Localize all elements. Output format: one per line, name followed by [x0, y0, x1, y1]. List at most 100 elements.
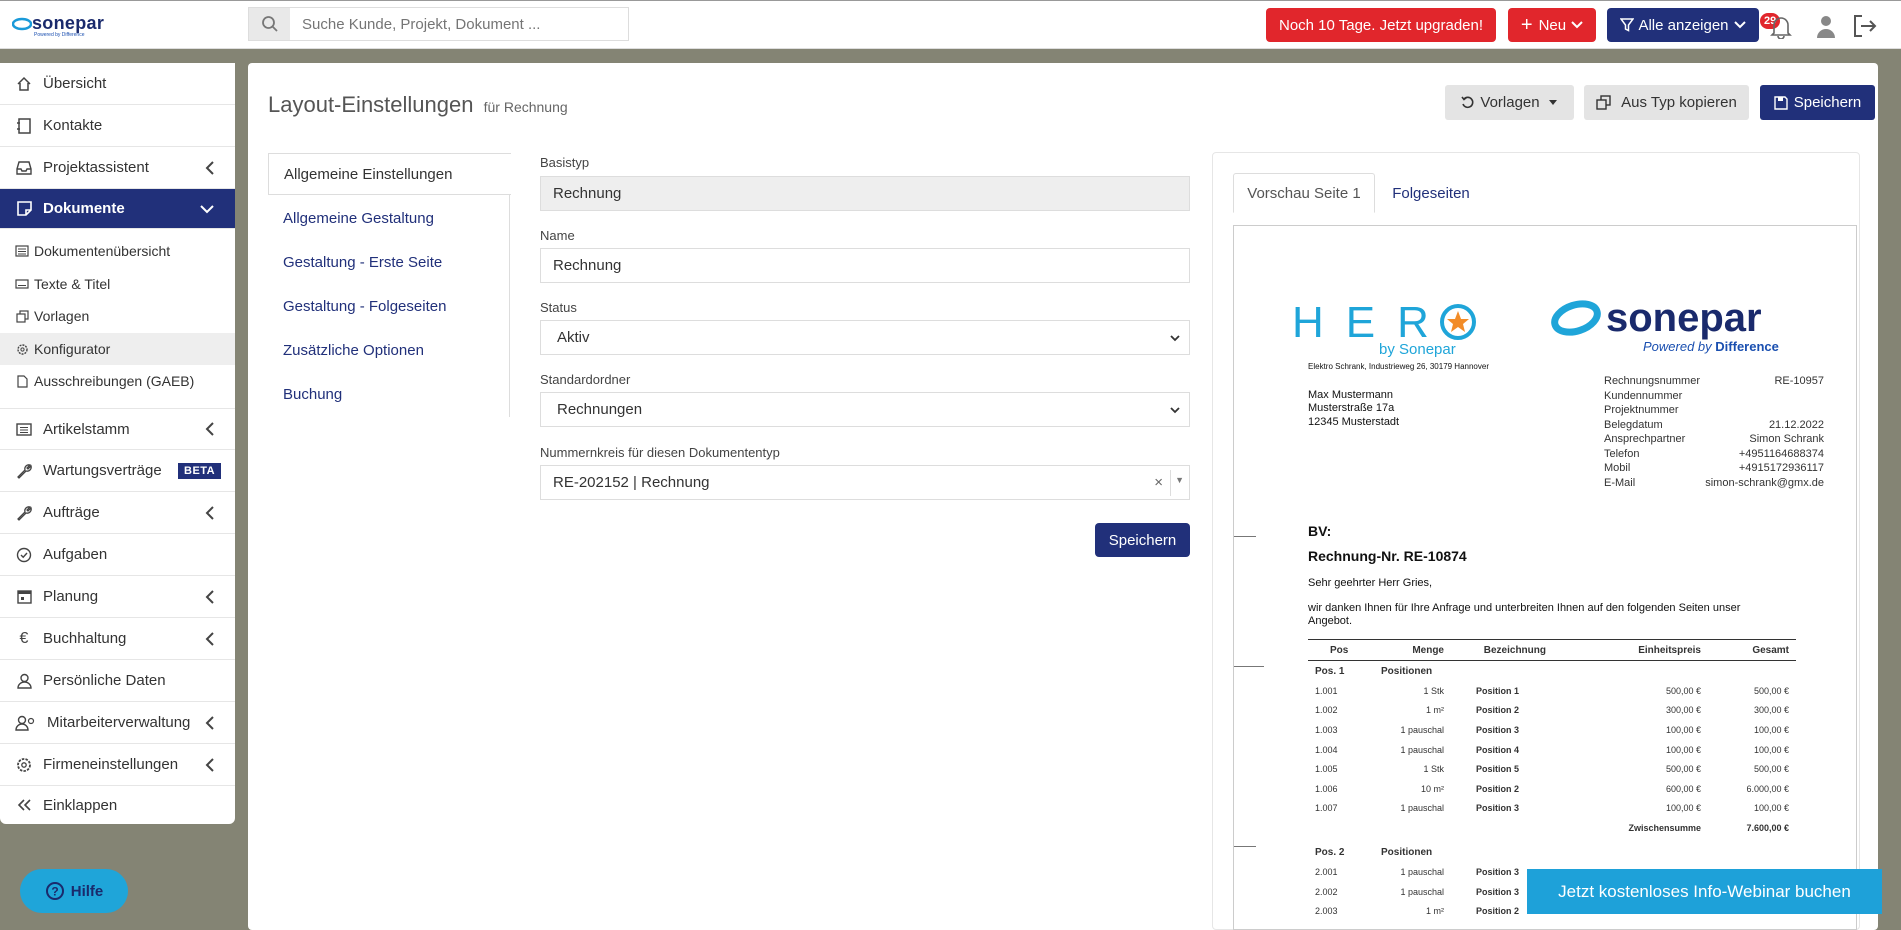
row-unit-price: 600,00 € — [1665, 783, 1701, 794]
upgrade-button[interactable]: Noch 10 Tage. Jetzt upgraden! — [1266, 8, 1496, 42]
sidebar-item-orders[interactable]: Aufträge — [0, 492, 235, 534]
sidebar-item-configurator[interactable]: Konfigurator — [0, 333, 235, 365]
list-icon — [14, 242, 30, 260]
contacts-icon — [15, 117, 33, 135]
tab-preview-page-1[interactable]: Vorschau Seite 1 — [1233, 173, 1375, 213]
tab-following-pages[interactable]: Folgeseiten — [1376, 173, 1486, 213]
search-input[interactable] — [290, 8, 628, 40]
folder-select[interactable]: Rechnungen — [540, 392, 1190, 427]
sidebar-item-label: Mitarbeiterverwaltung — [47, 714, 191, 731]
wrench-icon — [15, 504, 33, 522]
sidebar-item-label: Texte & Titel — [34, 276, 111, 292]
meta-row: Rechnungsnummer RE-10957 — [1604, 374, 1824, 389]
table-row: 1.006 10 m² Position 2 600,00 € 6.000,00 € — [1308, 779, 1796, 799]
meta-value: +4915172936117 — [1738, 462, 1824, 474]
row-description: Position 4 — [1476, 744, 1520, 755]
copy-from-type-button[interactable]: Aus Typ kopieren — [1584, 85, 1749, 120]
tab-booking[interactable]: Buchung — [268, 373, 510, 415]
group-row: Pos. 1 Positionen — [1308, 661, 1796, 681]
col-description: Bezeichnung — [1483, 644, 1546, 656]
row-quantity: 1 pauschal — [1400, 866, 1444, 877]
bell-icon — [1770, 17, 1792, 39]
header-save-button[interactable]: Speichern — [1760, 85, 1875, 120]
logout-button[interactable] — [1852, 14, 1878, 38]
chevron-down-icon — [200, 204, 214, 213]
number-range-value: RE-202152 | Rechnung — [553, 474, 710, 491]
filter-button[interactable]: Alle anzeigen — [1607, 8, 1759, 42]
tab-design-following-pages[interactable]: Gestaltung - Folgeseiten — [268, 285, 510, 327]
sidebar-item-personal-data[interactable]: Persönliche Daten — [0, 660, 235, 702]
name-input[interactable]: Rechnung — [540, 248, 1190, 283]
row-pos: 1.007 — [1315, 803, 1338, 814]
meta-key: Mobil — [1604, 462, 1631, 474]
sidebar-item-label: Einklappen — [43, 796, 118, 814]
app-logo[interactable]: sonepar Powered by Difference — [12, 13, 105, 38]
row-total: 100,00 € — [1753, 724, 1789, 735]
form-save-button[interactable]: Speichern — [1095, 523, 1190, 557]
list-icon — [15, 420, 33, 438]
caret-down-icon — [1548, 99, 1557, 105]
inbox-icon — [15, 159, 33, 177]
avatar[interactable] — [1815, 13, 1837, 39]
row-pos: 2.001 — [1315, 866, 1338, 877]
tab-general-design[interactable]: Allgemeine Gestaltung — [268, 197, 510, 239]
sidebar-item-label: Planung — [43, 588, 99, 605]
table-row: 1.005 1 Stk Position 5 500,00 € 500,00 € — [1308, 759, 1796, 779]
clear-icon[interactable]: × — [1154, 474, 1163, 491]
webinar-banner-button[interactable]: Jetzt kostenloses Info-Webinar buchen — [1527, 869, 1882, 914]
chevron-left-icon — [205, 422, 214, 436]
save-icon — [1774, 95, 1788, 110]
new-button[interactable]: + Neu — [1508, 8, 1596, 42]
dropdown-divider — [1170, 470, 1171, 496]
table-row: 1.001 1 Stk Position 1 500,00 € 500,00 € — [1308, 681, 1796, 701]
search-icon[interactable] — [249, 8, 290, 40]
sidebar-item-templates[interactable]: Vorlagen — [0, 300, 235, 332]
table-row: 1.002 1 m² Position 2 300,00 € 300,00 € — [1308, 701, 1796, 721]
sidebar-item-project-assistant[interactable]: Projektassistent — [0, 147, 235, 189]
sidebar-item-employee-management[interactable]: Mitarbeiterverwaltung — [0, 702, 235, 744]
wrench-icon — [15, 462, 33, 480]
tab-design-first-page[interactable]: Gestaltung - Erste Seite — [268, 241, 510, 283]
meta-value: 21.12.2022 — [1768, 418, 1824, 431]
caret-down-icon[interactable]: ▼ — [1175, 475, 1184, 485]
sidebar-item-texts-titles[interactable]: Texte & Titel — [0, 268, 235, 300]
sidebar-item-company-settings[interactable]: Firmeneinstellungen — [0, 744, 235, 786]
help-button[interactable]: ? Hilfe — [20, 869, 128, 913]
sidebar-item-documents[interactable]: Dokumente — [0, 189, 235, 229]
recipient-street: Musterstraße 17a — [1308, 402, 1395, 414]
group-label: Positionen — [1381, 665, 1433, 677]
folder-value: Rechnungen — [557, 401, 643, 418]
meta-key: Ansprechpartner — [1604, 433, 1686, 445]
beta-badge: BETA — [178, 462, 222, 479]
sidebar-item-tenders[interactable]: Ausschreibungen (GAEB) — [0, 365, 235, 397]
sidebar-collapse[interactable]: Einklappen — [0, 786, 235, 824]
sidebar-item-planning[interactable]: Planung — [0, 576, 235, 618]
sidebar-item-articles[interactable]: Artikelstamm — [0, 408, 235, 450]
status-label: Status — [540, 300, 577, 315]
row-description: Position 2 — [1476, 705, 1520, 716]
sidebar-item-maintenance-contracts[interactable]: Wartungsverträge BETA — [0, 450, 235, 492]
sidebar-item-contacts[interactable]: Kontakte — [0, 105, 235, 147]
status-select[interactable]: Aktiv — [540, 320, 1190, 355]
number-range-select[interactable]: RE-202152 | Rechnung × ▼ — [540, 465, 1190, 500]
templates-button[interactable]: Vorlagen — [1445, 85, 1574, 120]
tab-additional-options[interactable]: Zusätzliche Optionen — [268, 329, 510, 371]
meta-key: Rechnungsnummer — [1604, 375, 1700, 387]
tab-general-settings[interactable]: Allgemeine Einstellungen — [268, 153, 511, 195]
group-pos: Pos. 1 — [1315, 665, 1345, 677]
sidebar-item-document-overview[interactable]: Dokumentenübersicht — [0, 235, 235, 267]
sidebar-item-overview[interactable]: Übersicht — [0, 63, 235, 105]
chevron-left-icon — [205, 160, 214, 175]
sidebar-item-label: Buchhaltung — [43, 630, 127, 647]
notifications[interactable]: 29 — [1758, 11, 1794, 41]
undo-icon — [1461, 96, 1474, 108]
calendar-icon — [15, 588, 33, 606]
row-quantity: 1 m² — [1426, 906, 1444, 917]
meta-value: simon-schrank@gmx.de — [1705, 476, 1824, 489]
templates-button-label: Vorlagen — [1480, 94, 1540, 111]
row-description: Position 1 — [1476, 685, 1520, 696]
sidebar-item-tasks[interactable]: Aufgaben — [0, 534, 235, 576]
sidebar-item-accounting[interactable]: € Buchhaltung — [0, 618, 235, 660]
sidebar-item-label: Kontakte — [43, 117, 103, 134]
logo-text: sonepar — [32, 13, 105, 33]
